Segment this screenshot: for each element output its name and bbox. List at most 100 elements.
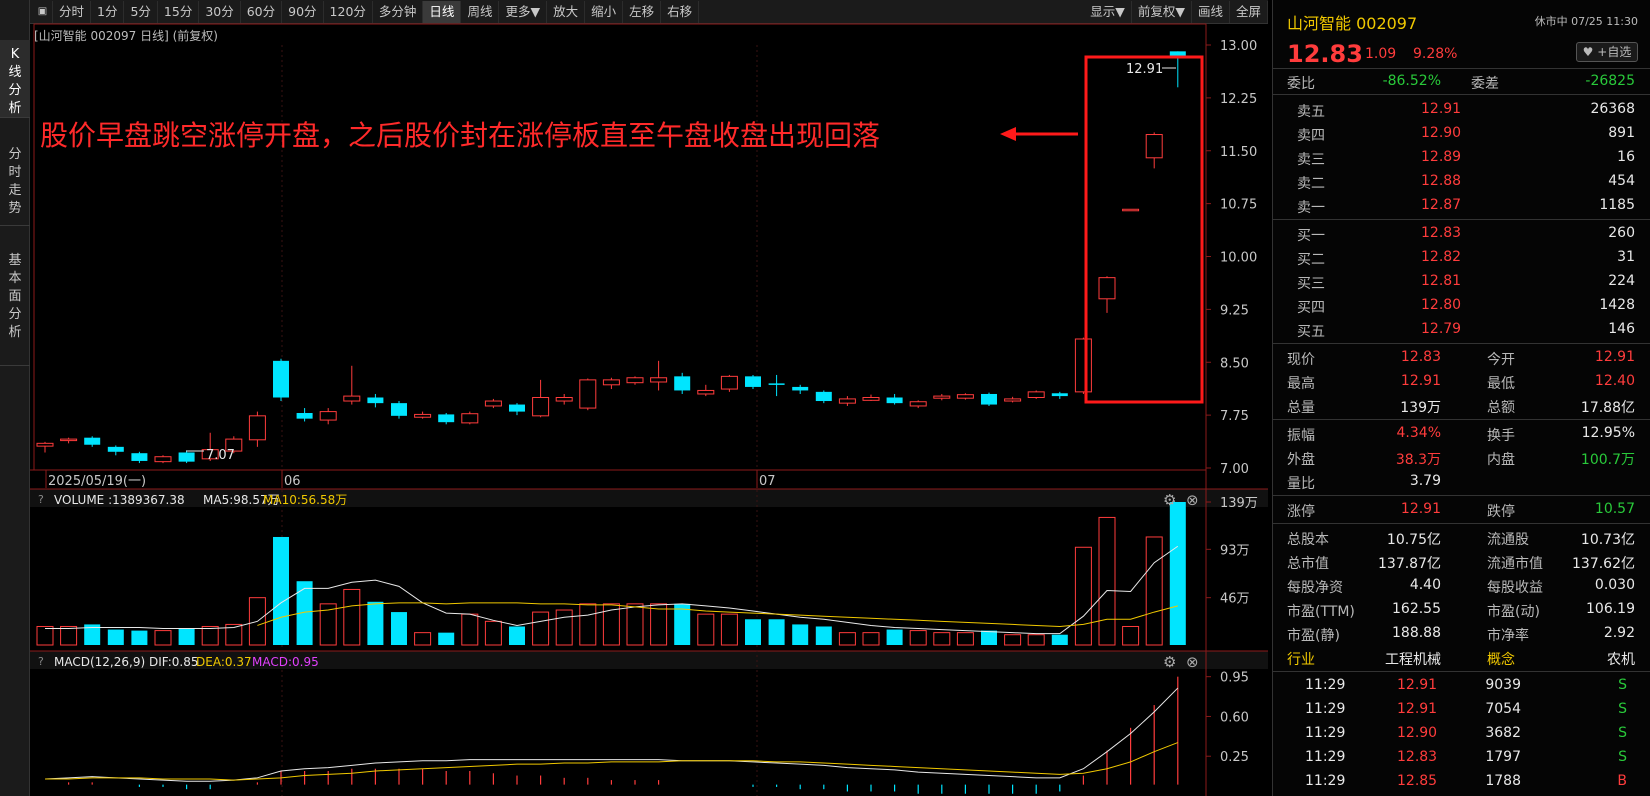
volume-bar (1004, 634, 1022, 646)
fundamental-label: 每股净资 (1287, 580, 1343, 596)
fundamental-value: 188.88 (1392, 625, 1441, 641)
tick-time: 11:29 (1305, 749, 1346, 765)
volume-bar (956, 632, 974, 646)
candle-body (296, 413, 313, 419)
volume-bar (1145, 536, 1163, 646)
ask-label: 卖五 (1297, 104, 1325, 120)
bid-label: 买一 (1297, 228, 1325, 244)
bid-price: 12.83 (1421, 225, 1462, 241)
stat-value: 12.40 (1594, 373, 1635, 389)
price-panel-frame (33, 23, 1207, 471)
ask-price: 12.90 (1421, 125, 1462, 141)
volume-bar (1027, 634, 1045, 646)
tick-price: 12.85 (1397, 773, 1438, 789)
candle-body (178, 452, 195, 462)
ask-volume: 454 (1608, 173, 1635, 189)
volume-tick-label: 93万 (1220, 543, 1250, 558)
candle-body (1145, 134, 1163, 159)
tick-time: 11:29 (1305, 773, 1346, 789)
volume-bar (674, 603, 691, 645)
candle-body (36, 442, 54, 447)
volume-bar (107, 629, 124, 645)
fundamental-label: 每股收益 (1487, 580, 1543, 596)
tick-time: 11:29 (1305, 677, 1346, 693)
volume-tick-label: 139万 (1220, 496, 1258, 511)
stat-row: 量比 3.79 (1273, 470, 1650, 494)
candle-body (674, 376, 691, 391)
limit-down-label: 跌停 (1487, 504, 1515, 520)
volume-bar (509, 626, 525, 645)
volume-bar (438, 632, 455, 645)
candle-body (909, 401, 927, 407)
fundamental-value: 162.55 (1392, 601, 1441, 617)
stat-label: 今开 (1487, 352, 1515, 368)
price-tick-label: 7.75 (1220, 409, 1249, 424)
tick-row: 11:29 12.91 7054 S (1273, 698, 1650, 722)
fundamental-label: 流通市值 (1487, 556, 1543, 572)
candle-body (461, 413, 479, 424)
volume-bar (1074, 546, 1092, 646)
tick-time: 11:29 (1305, 701, 1346, 717)
tick-side: B (1617, 773, 1627, 789)
price-tick-label: 9.25 (1220, 303, 1249, 318)
divider (1273, 671, 1650, 672)
stat-row: 外盘 38.3万 内盘 100.7万 (1273, 446, 1650, 470)
candle-body (862, 397, 880, 401)
price-tick-label: 10.75 (1220, 198, 1257, 213)
candle-body (792, 386, 809, 391)
candle-body (1051, 393, 1068, 397)
volume-bar (391, 612, 407, 645)
bid-price: 12.80 (1421, 297, 1462, 313)
stat-value: 38.3万 (1395, 452, 1441, 468)
candle-body (84, 437, 101, 445)
candle-body (1122, 208, 1140, 212)
industry-row: 行业 工程机械 概念 农机 (1273, 646, 1650, 670)
stat-label: 总额 (1487, 400, 1515, 416)
volume-bar (36, 625, 54, 646)
chart-title: [山河智能 002097 日线] (前复权) (34, 29, 218, 43)
ask-label: 卖三 (1297, 152, 1325, 168)
volume-bar (60, 625, 78, 646)
tick-volume: 1788 (1485, 773, 1521, 789)
candle-body (391, 403, 407, 416)
bid-volume: 146 (1608, 321, 1635, 337)
ask-volume: 16 (1617, 149, 1635, 165)
fundamental-label: 总股本 (1287, 532, 1329, 548)
ask-row: 卖三 12.89 16 (1273, 146, 1650, 170)
tick-side: S (1618, 749, 1627, 765)
volume-bar (178, 628, 195, 645)
fundamental-value: 10.73亿 (1580, 532, 1635, 548)
candle-body (414, 413, 432, 418)
volume-bar (838, 632, 856, 646)
heart-icon: ♥ (1582, 45, 1594, 59)
min-price-label: 7.07 (206, 448, 235, 463)
tick-side: S (1618, 701, 1627, 717)
volume-ma10-label: MA10:56.58万 (263, 493, 347, 507)
volume-bar (697, 613, 715, 646)
volume-bar (792, 624, 809, 645)
fundamental-row: 市盈(TTM) 162.55 市盈(动) 106.19 (1273, 598, 1650, 622)
candle-body (1004, 398, 1022, 402)
candle-body (697, 389, 715, 395)
ask-label: 卖二 (1297, 176, 1325, 192)
tick-volume: 1797 (1485, 749, 1521, 765)
volume-bar (720, 613, 738, 646)
add-favorite-button[interactable]: ♥ +自选 (1576, 42, 1638, 62)
volume-bar (650, 603, 668, 646)
tick-time: 11:29 (1305, 725, 1346, 741)
candle-body (484, 400, 502, 407)
tick-price: 12.91 (1397, 677, 1438, 693)
bid-label: 买三 (1297, 276, 1325, 292)
ask-price: 12.87 (1421, 197, 1462, 213)
bid-label: 买五 (1297, 324, 1325, 340)
volume-bar (579, 603, 597, 646)
weicha-value: -26825 (1585, 73, 1635, 89)
stock-name: 山河智能 002097 (1287, 14, 1418, 33)
fundamental-label: 市净率 (1487, 628, 1529, 644)
bid-volume: 224 (1608, 273, 1635, 289)
fundamental-label: 流通股 (1487, 532, 1529, 548)
volume-bar (1169, 502, 1186, 645)
tick-side: S (1618, 725, 1627, 741)
weibi-label: 委比 (1287, 76, 1315, 92)
bid-price: 12.79 (1421, 321, 1462, 337)
